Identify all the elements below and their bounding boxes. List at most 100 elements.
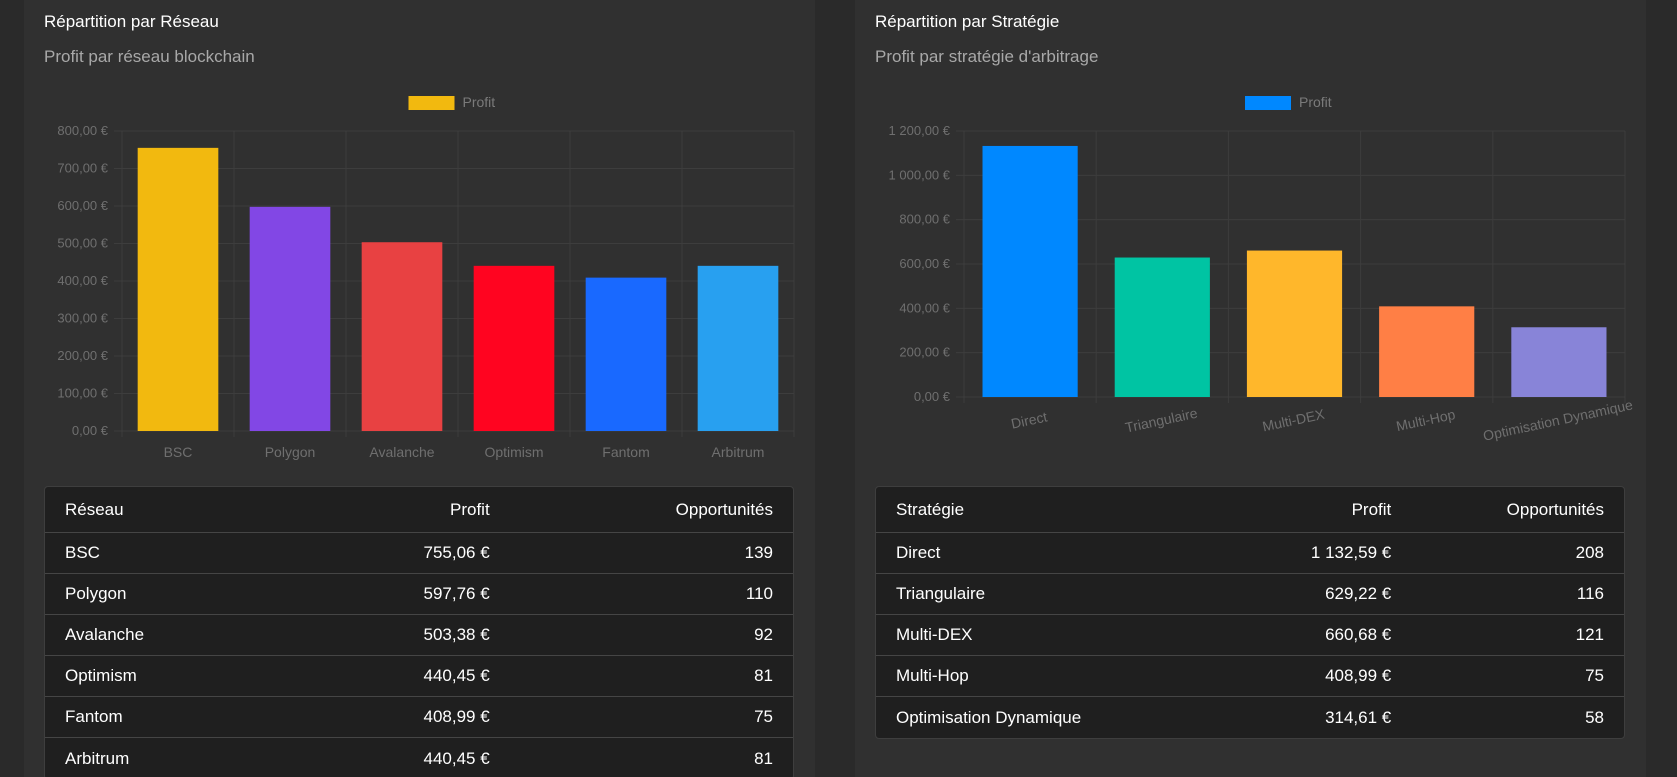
x-tick-label: BSC (164, 444, 193, 460)
table-row: Arbitrum 440,45 € 81 (45, 738, 793, 777)
y-tick-label: 600,00 € (899, 256, 950, 271)
table-header-row: Réseau Profit Opportunités (45, 487, 793, 533)
x-tick-label: Multi-DEX (1261, 406, 1327, 435)
y-tick-label: 500,00 € (57, 236, 108, 251)
legend-label: Profit (1299, 94, 1332, 110)
row-opportunities-cell: 58 (1585, 707, 1604, 727)
table-header-row: Stratégie Profit Opportunités (876, 487, 1624, 533)
row-profit-cell: 440,45 € (423, 748, 490, 768)
row-opportunities-cell: 81 (754, 748, 773, 768)
y-tick-label: 400,00 € (57, 273, 108, 288)
row-profit-cell: 660,68 € (1224, 615, 1412, 656)
bar-multi-dex (1246, 250, 1343, 397)
row-profit-cell: 408,99 € (290, 697, 510, 738)
bar-optimism (473, 265, 555, 431)
x-tick-label: Optimisation Dynamique (1482, 396, 1635, 443)
network-profit-chart: Profit 0,00 € 100,00 € 200,00 € 300,00 € 400,… (57, 94, 795, 460)
x-tick-label: Optimism (484, 444, 543, 460)
row-opportunities-cell: 139 (509, 533, 793, 574)
strategy-card-subtitle: Profit par stratégie d'arbitrage (875, 47, 1099, 66)
row-profit-cell: 597,76 € (290, 574, 510, 615)
bar-polygon (249, 206, 331, 431)
table-row: Optimisation Dynamique 314,61 € 58 (876, 697, 1624, 738)
bar-multi-hop (1379, 306, 1475, 397)
y-tick-label: 200,00 € (57, 348, 108, 363)
bar-avalanche (361, 242, 443, 431)
network-card-subtitle: Profit par réseau blockchain (44, 47, 255, 66)
x-tick-label: Triangulaire (1124, 405, 1199, 436)
y-tick-label: 1 000,00 € (889, 167, 951, 182)
row-profit-cell: 629,22 € (1224, 574, 1412, 615)
row-name-cell: Multi-Hop (876, 656, 1225, 697)
row-opportunities-cell: 208 (1411, 533, 1624, 574)
y-tick-label: 700,00 € (57, 161, 108, 176)
table-row: Direct 1 132,59 €208 (876, 533, 1624, 574)
row-opportunities-cell: 75 (509, 697, 793, 738)
bar-optimisation-dynamique (1511, 327, 1607, 397)
bar-fantom (585, 277, 667, 431)
y-tick-label: 800,00 € (899, 212, 950, 227)
column-header-strategy[interactable]: Stratégie (876, 487, 1225, 533)
legend-swatch (1245, 96, 1291, 110)
row-name-cell: Optimism (45, 656, 291, 697)
y-tick-label: 300,00 € (57, 311, 108, 326)
network-card: Répartition par Réseau Profit par réseau… (24, 0, 815, 777)
table-row: Triangulaire 629,22 €116 (876, 574, 1624, 615)
y-tick-label: 1 200,00 € (889, 123, 951, 138)
row-name-cell: BSC (45, 533, 291, 574)
row-name-cell: Fantom (45, 697, 291, 738)
row-opportunities-cell: 92 (509, 615, 793, 656)
row-name-cell: Avalanche (45, 615, 291, 656)
strategy-card-title: Répartition par Stratégie (875, 12, 1060, 31)
row-opportunities-cell: 116 (1411, 574, 1624, 615)
row-profit-cell: 755,06 € (290, 533, 510, 574)
table-row: Multi-Hop 408,99 €75 (876, 656, 1624, 697)
row-opportunities-cell: 110 (509, 574, 793, 615)
legend-label: Profit (463, 94, 496, 110)
x-tick-label: Direct (1010, 408, 1049, 431)
column-header-opportunities[interactable]: Opportunités (1411, 487, 1624, 533)
bar-direct (982, 145, 1078, 397)
table-row: Fantom 408,99 €75 (45, 697, 793, 738)
column-header-profit[interactable]: Profit (290, 487, 510, 533)
column-header-profit[interactable]: Profit (1224, 487, 1412, 533)
x-tick-label: Arbitrum (712, 444, 765, 460)
strategy-profit-chart: Profit 0,00 € 200,00 € 400,00 € 600,00 € 800,… (889, 94, 1635, 444)
bar-bsc (137, 147, 219, 431)
x-tick-label: Avalanche (369, 444, 434, 460)
network-card-title: Répartition par Réseau (44, 12, 219, 31)
row-opportunities-cell: 75 (1411, 656, 1624, 697)
column-header-network[interactable]: Réseau (45, 487, 291, 533)
y-tick-label: 400,00 € (899, 300, 950, 315)
bar-triangulaire (1114, 257, 1210, 397)
row-name-cell: Arbitrum (65, 748, 130, 768)
x-tick-label: Polygon (265, 444, 316, 460)
table-row: Optimism 440,45 €81 (45, 656, 793, 697)
row-name-cell: Direct (876, 533, 1225, 574)
y-tick-label: 100,00 € (57, 386, 108, 401)
table-row: Avalanche 503,38 €92 (45, 615, 793, 656)
strategy-card: Répartition par Stratégie Profit par str… (855, 0, 1646, 777)
y-tick-label: 0,00 € (914, 389, 951, 404)
strategy-table: Stratégie Profit Opportunités Direct 1 13… (875, 486, 1625, 739)
legend-swatch (408, 96, 455, 110)
y-tick-label: 800,00 € (57, 123, 108, 138)
y-tick-label: 600,00 € (57, 198, 108, 213)
column-header-opportunities[interactable]: Opportunités (509, 487, 793, 533)
row-profit-cell: 1 132,59 € (1224, 533, 1412, 574)
row-profit-cell: 503,38 € (290, 615, 510, 656)
row-profit-cell: 408,99 € (1224, 656, 1412, 697)
x-tick-label: Fantom (602, 444, 649, 460)
row-profit-cell: 314,61 € (1325, 707, 1392, 727)
table-row: Polygon 597,76 €110 (45, 574, 793, 615)
row-name-cell: Triangulaire (876, 574, 1225, 615)
row-name-cell: Optimisation Dynamique (896, 707, 1082, 727)
row-opportunities-cell: 81 (509, 656, 793, 697)
row-name-cell: Multi-DEX (876, 615, 1225, 656)
x-tick-label: Multi-Hop (1395, 406, 1457, 434)
network-table: Réseau Profit Opportunités BSC 755,06 €13… (44, 486, 794, 777)
row-profit-cell: 440,45 € (290, 656, 510, 697)
table-row: Multi-DEX 660,68 €121 (876, 615, 1624, 656)
y-tick-label: 0,00 € (72, 423, 109, 438)
table-row: BSC 755,06 €139 (45, 533, 793, 574)
